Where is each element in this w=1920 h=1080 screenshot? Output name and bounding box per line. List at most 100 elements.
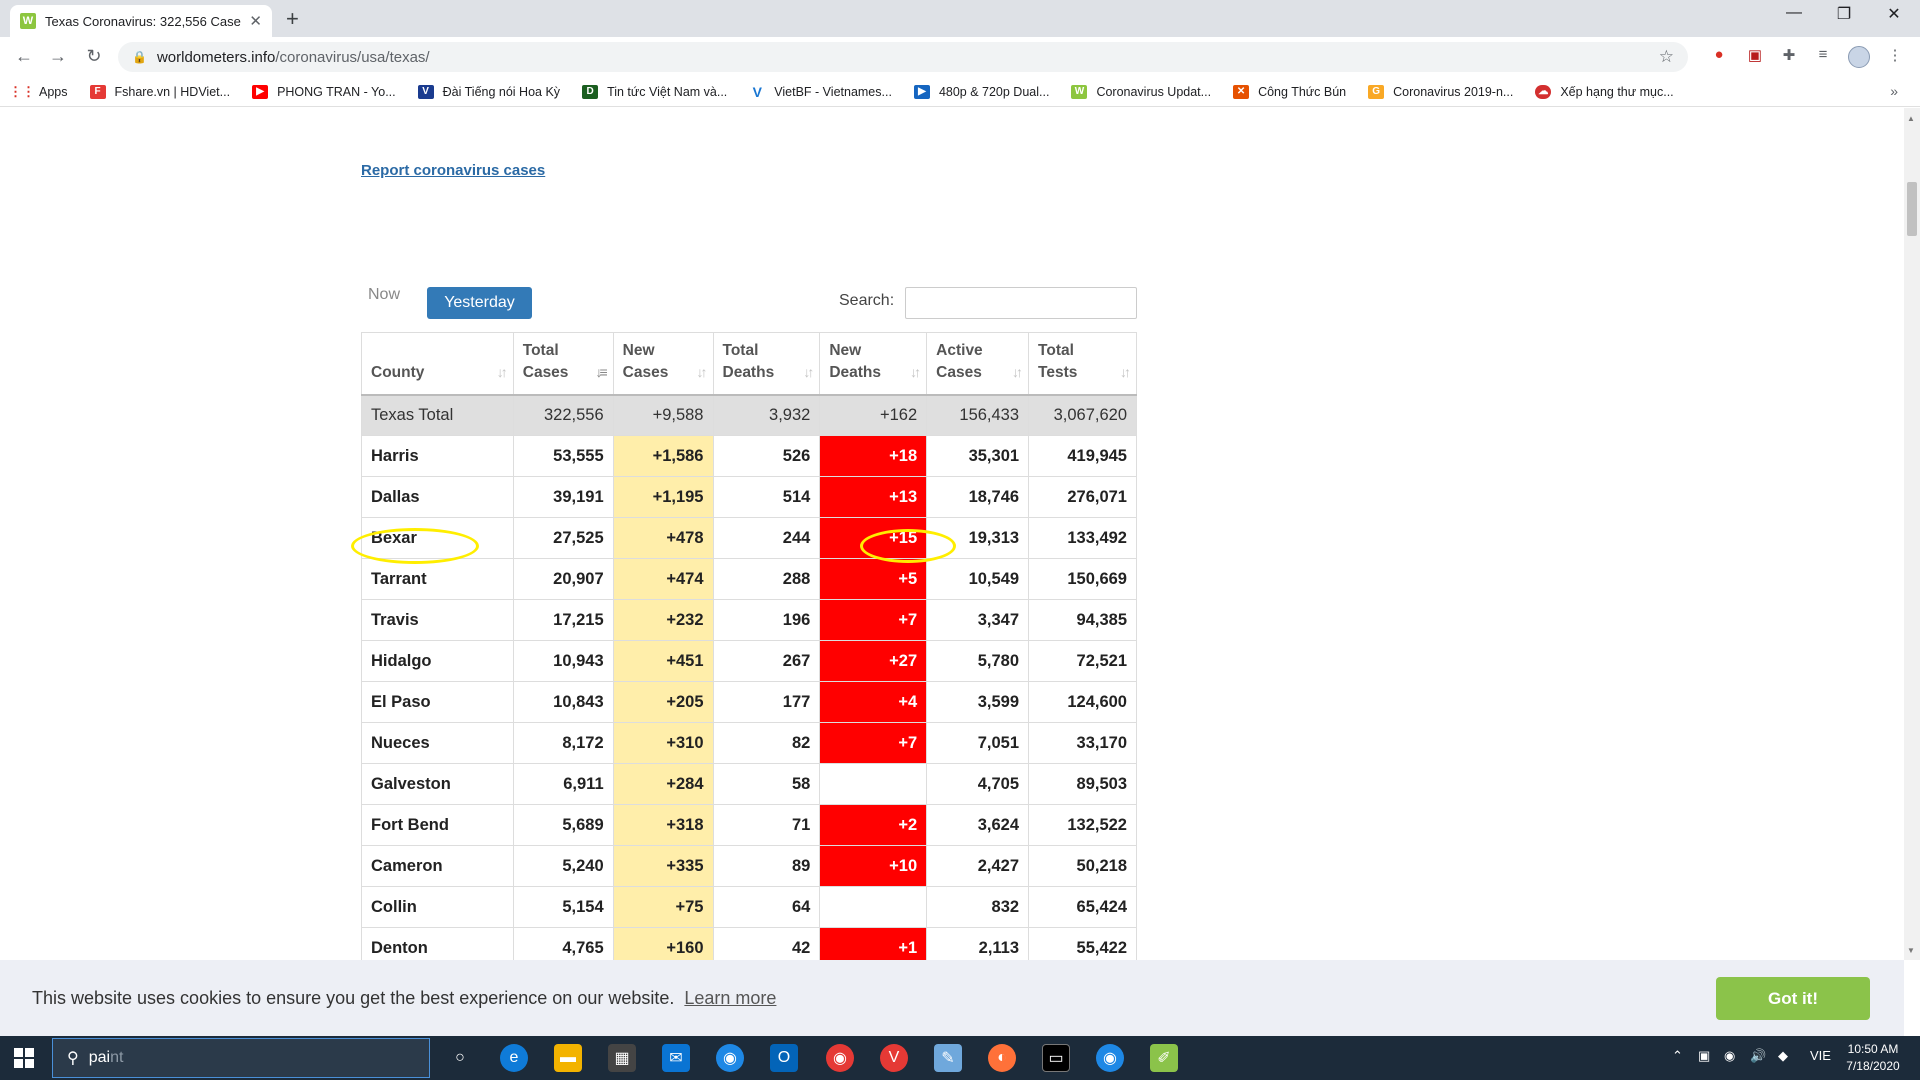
browser-tab[interactable]: W Texas Coronavirus: 322,556 Cases ✕ [10, 5, 272, 37]
county-name[interactable]: Dallas [361, 476, 514, 518]
new-deaths: +13 [819, 476, 928, 518]
volume-icon[interactable]: 🔊 [1750, 1048, 1766, 1064]
chrome-active-icon[interactable]: ◉ [826, 1044, 854, 1072]
bookmark-tin-tuc[interactable]: D Tin tức Việt Nam và... [582, 84, 727, 99]
bookmark-star-icon[interactable]: ☆ [1659, 47, 1674, 67]
new-cases: +310 [612, 722, 714, 764]
active-cases: 2,113 [926, 927, 1030, 960]
header-total-cases[interactable]: Total Cases ↓≡ [512, 332, 614, 396]
county-name[interactable]: Bexar [361, 517, 514, 559]
firefox-icon[interactable]: ◐ [988, 1044, 1016, 1072]
edge-icon[interactable]: e [500, 1044, 528, 1072]
page-scrollbar[interactable]: ▲ ▼ [1904, 108, 1920, 960]
county-name[interactable]: Galveston [361, 763, 514, 805]
menu-kebab-icon[interactable]: ⋮ [1884, 46, 1906, 68]
header-total-deaths[interactable]: Total Deaths ↓↑ [712, 332, 821, 396]
taskbar-search-box[interactable]: ⚲ pai nt [52, 1038, 430, 1078]
bookmark-xep-hang[interactable]: ☁ Xếp hạng thư mục... [1535, 84, 1674, 99]
tab-now[interactable]: Now [368, 286, 400, 304]
store-icon[interactable]: ▦ [608, 1044, 636, 1072]
chrome-2-icon[interactable]: ◉ [1096, 1044, 1124, 1072]
apps-grid-icon: ⋮⋮ [9, 83, 35, 99]
new-cases: +284 [612, 763, 714, 805]
county-name[interactable]: Fort Bend [361, 804, 514, 846]
windows-start-icon[interactable] [14, 1048, 34, 1068]
county-name[interactable]: Harris [361, 435, 514, 477]
bookmark-phong-tran[interactable]: ▶ PHONG TRAN - Yo... [252, 84, 396, 99]
taskbar-clock[interactable]: 10:50 AM 7/18/2020 [1838, 1041, 1908, 1075]
bookmarks-overflow-icon[interactable]: » [1890, 83, 1898, 99]
extension-calendar-icon[interactable]: ▣ [1744, 46, 1766, 68]
paint-icon[interactable]: ✐ [1150, 1044, 1178, 1072]
bookmark-voa[interactable]: V Đài Tiếng nói Hoa Kỳ [417, 84, 560, 99]
minimize-icon[interactable]: — [1774, 4, 1814, 22]
county-name[interactable]: Cameron [361, 845, 514, 887]
county-name[interactable]: Collin [361, 886, 514, 928]
bookmark-cong-thuc-bun[interactable]: ✕ Công Thức Bún [1233, 84, 1346, 99]
close-window-icon[interactable]: ✕ [1874, 4, 1914, 24]
county-name[interactable]: Hidalgo [361, 640, 514, 682]
chrome-tray-icon[interactable]: ◉ [1724, 1048, 1735, 1064]
county-name[interactable]: Nueces [361, 722, 514, 764]
bookmark-vietbf[interactable]: V VietBF - Vietnames... [749, 84, 892, 100]
vivaldi-icon[interactable]: V [880, 1044, 908, 1072]
scroll-up-arrow-icon[interactable]: ▲ [1907, 114, 1915, 123]
total-tests: 3,067,620 [1028, 394, 1137, 436]
outlook-icon[interactable]: O [770, 1044, 798, 1072]
terminal-icon[interactable]: ▭ [1042, 1044, 1070, 1072]
bookmark-fshare[interactable]: F Fshare.vn | HDViet... [89, 84, 230, 99]
youtube-icon: ▶ [252, 84, 269, 99]
bookmark-coronavirus-2019[interactable]: G Coronavirus 2019-n... [1368, 84, 1513, 99]
tab-close-icon[interactable]: ✕ [249, 12, 262, 30]
extension-red-icon[interactable]: ● [1708, 46, 1730, 68]
header-active-cases[interactable]: Active Cases ↓↑ [926, 332, 1030, 396]
new-deaths: +27 [819, 640, 928, 682]
county-name[interactable]: Denton [361, 927, 514, 960]
scroll-down-arrow-icon[interactable]: ▼ [1907, 946, 1915, 955]
extensions-puzzle-icon[interactable]: ✚ [1778, 46, 1800, 68]
learn-more-link[interactable]: Learn more [684, 988, 776, 1009]
county-name[interactable]: Travis [361, 599, 514, 641]
report-cases-link[interactable]: Report coronavirus cases [361, 162, 545, 179]
new-tab-plus-icon[interactable]: + [286, 6, 299, 32]
new-deaths [819, 763, 928, 805]
bookmark-coronavirus-update[interactable]: W Coronavirus Updat... [1071, 84, 1211, 99]
network-icon[interactable]: ▣ [1698, 1048, 1710, 1064]
total-tests: 276,071 [1028, 476, 1137, 518]
total-cases: 322,556 [512, 394, 614, 436]
profile-avatar[interactable] [1848, 46, 1870, 68]
tab-yesterday[interactable]: Yesterday [427, 287, 532, 319]
county-name[interactable]: Tarrant [361, 558, 514, 600]
total-cases: 39,191 [512, 476, 614, 518]
new-cases: +451 [612, 640, 714, 682]
file-explorer-icon[interactable]: ▬ [554, 1044, 582, 1072]
header-total-tests[interactable]: Total Tests ↓↑ [1028, 332, 1137, 396]
voa-icon: V [417, 84, 434, 99]
reload-icon[interactable]: ↻ [82, 46, 106, 67]
bookmark-480p[interactable]: ▶ 480p & 720p Dual... [913, 84, 1049, 99]
media-queue-icon[interactable]: ≡ [1812, 46, 1834, 68]
sort-active-icon: ↓≡ [595, 363, 607, 380]
restore-icon[interactable]: ❐ [1824, 4, 1864, 24]
tray-app-icon[interactable]: ◆ [1778, 1048, 1788, 1064]
address-bar[interactable]: 🔒 worldometers.info/coronavirus/usa/texa… [118, 42, 1688, 72]
county-name[interactable]: El Paso [361, 681, 514, 723]
active-cases: 18,746 [926, 476, 1030, 518]
chrome-icon[interactable]: ◉ [716, 1044, 744, 1072]
cookie-message: This website uses cookies to ensure you … [32, 987, 675, 1008]
recipe-icon: ✕ [1233, 84, 1250, 99]
cortana-icon[interactable]: ○ [446, 1044, 474, 1072]
tray-up-chevron-icon[interactable]: ⌃ [1672, 1048, 1683, 1064]
back-arrow-icon[interactable]: ← [12, 46, 36, 67]
cookie-accept-button[interactable]: Got it! [1716, 977, 1870, 1020]
scroll-thumb[interactable] [1907, 182, 1917, 236]
header-county[interactable]: County ↓↑ [361, 332, 514, 396]
notepad-icon[interactable]: ✎ [934, 1044, 962, 1072]
language-indicator[interactable]: VIE [1810, 1048, 1831, 1063]
bookmark-apps[interactable]: ⋮⋮ Apps [9, 83, 68, 99]
mail-icon[interactable]: ✉ [662, 1044, 690, 1072]
header-new-deaths[interactable]: New Deaths ↓↑ [819, 332, 928, 396]
forward-arrow-icon[interactable]: → [46, 46, 70, 67]
search-input[interactable] [905, 287, 1137, 319]
header-new-cases[interactable]: New Cases ↓↑ [612, 332, 714, 396]
